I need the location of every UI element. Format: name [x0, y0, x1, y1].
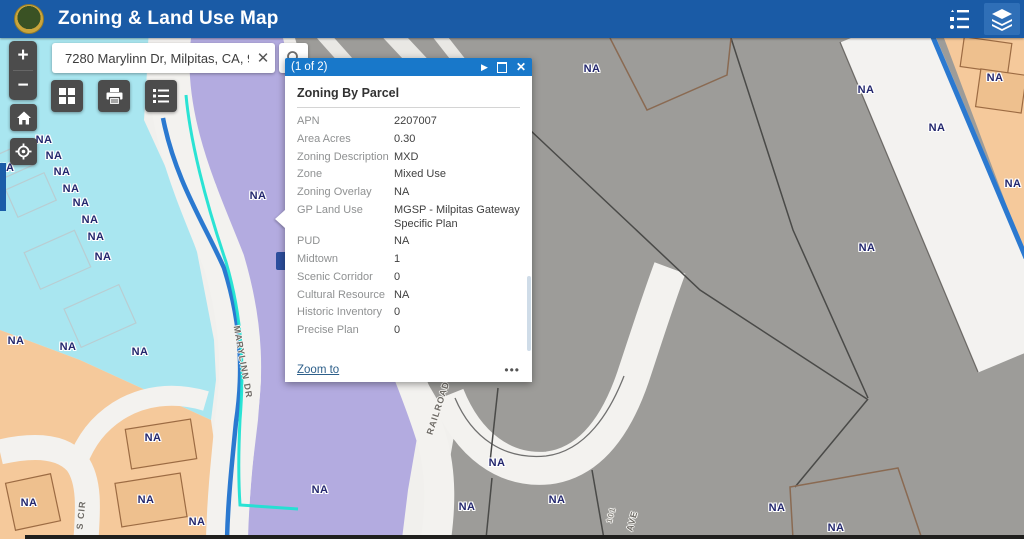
attribute-row: Scenic Corridor0 — [297, 269, 520, 287]
popup-header[interactable]: (1 of 2) ▶ ✕ — [285, 58, 532, 76]
feature-popup: (1 of 2) ▶ ✕ Zoning By Parcel APN2207007… — [285, 58, 532, 382]
printer-icon — [105, 87, 124, 106]
legend-icon[interactable] — [942, 4, 976, 34]
layers-icon[interactable] — [984, 3, 1020, 35]
field-value: MGSP - Milpitas Gateway Specific Plan — [394, 204, 520, 232]
field-label: Midtown — [297, 253, 394, 267]
crosshair-icon — [15, 143, 32, 160]
field-label: Zone — [297, 168, 394, 182]
attribute-table: APN2207007Area Acres0.30Zoning Descripti… — [297, 113, 520, 340]
clear-search-icon[interactable]: ✕ — [251, 49, 275, 67]
field-label: GP Land Use — [297, 204, 394, 232]
attribute-row: ZoneMixed Use — [297, 166, 520, 184]
attribute-row: GP Land UseMGSP - Milpitas Gateway Speci… — [297, 202, 520, 234]
field-label: Area Acres — [297, 133, 394, 147]
app-title: Zoning & Land Use Map — [58, 8, 279, 30]
bottom-bar — [25, 535, 1024, 539]
home-icon — [16, 110, 32, 126]
layer-list-button[interactable] — [145, 80, 177, 112]
grid-icon — [58, 87, 76, 105]
side-panel-tab[interactable] — [0, 163, 6, 211]
field-value: 0.30 — [394, 133, 520, 147]
field-label: Zoning Overlay — [297, 186, 394, 200]
attribute-row: Area Acres0.30 — [297, 131, 520, 149]
app-window: NANANANANANANANANANANANANANANANANANANANA… — [0, 0, 1024, 539]
field-label: APN — [297, 115, 394, 129]
field-value: MXD — [394, 151, 520, 165]
popup-footer: Zoom to ••• — [285, 358, 532, 382]
attribute-row: Zoning DescriptionMXD — [297, 149, 520, 167]
field-label: Zoning Description — [297, 151, 394, 165]
field-label: Scenic Corridor — [297, 271, 394, 285]
popup-title: Zoning By Parcel — [297, 86, 520, 100]
attribute-row: Cultural ResourceNA — [297, 287, 520, 305]
field-value: 1 — [394, 253, 520, 267]
popup-scrollbar[interactable] — [527, 276, 531, 351]
field-label: Precise Plan — [297, 324, 394, 338]
app-header: Zoning & Land Use Map — [0, 0, 1024, 38]
field-value: 0 — [394, 271, 520, 285]
attribute-row: Precise Plan0 — [297, 322, 520, 340]
popup-pager: (1 of 2) — [291, 61, 472, 73]
maximize-icon[interactable] — [497, 62, 507, 73]
field-value: Mixed Use — [394, 168, 520, 182]
basemap-gallery-button[interactable] — [51, 80, 83, 112]
zoom-to-link[interactable]: Zoom to — [297, 364, 339, 376]
field-value: NA — [394, 289, 520, 303]
field-value: NA — [394, 235, 520, 249]
zoom-out-button[interactable]: − — [9, 71, 37, 100]
attribute-row: Zoning OverlayNA — [297, 184, 520, 202]
field-value: 0 — [394, 306, 520, 320]
home-button[interactable] — [10, 104, 37, 131]
popup-body: Zoning By Parcel APN2207007Area Acres0.3… — [285, 76, 532, 382]
field-label: Cultural Resource — [297, 289, 394, 303]
zoom-control: + − — [9, 41, 37, 100]
print-button[interactable] — [98, 80, 130, 112]
zoom-in-button[interactable]: + — [9, 41, 37, 70]
field-value: NA — [394, 186, 520, 200]
search-input[interactable] — [63, 50, 251, 67]
field-label: Historic Inventory — [297, 306, 394, 320]
locate-button[interactable] — [10, 138, 37, 165]
field-value: 0 — [394, 324, 520, 338]
attribute-row: Midtown1 — [297, 251, 520, 269]
city-seal-logo — [14, 4, 44, 34]
attribute-row: PUDNA — [297, 233, 520, 251]
attribute-row: Historic Inventory0 — [297, 304, 520, 322]
popup-anchor — [275, 210, 285, 228]
attribute-row: APN2207007 — [297, 113, 520, 131]
next-feature-icon[interactable]: ▶ — [481, 63, 488, 72]
field-value: 2207007 — [394, 115, 520, 129]
search-bar: ✕ — [52, 43, 275, 73]
list-icon — [152, 87, 170, 105]
field-label: PUD — [297, 235, 394, 249]
close-icon[interactable]: ✕ — [516, 61, 526, 73]
